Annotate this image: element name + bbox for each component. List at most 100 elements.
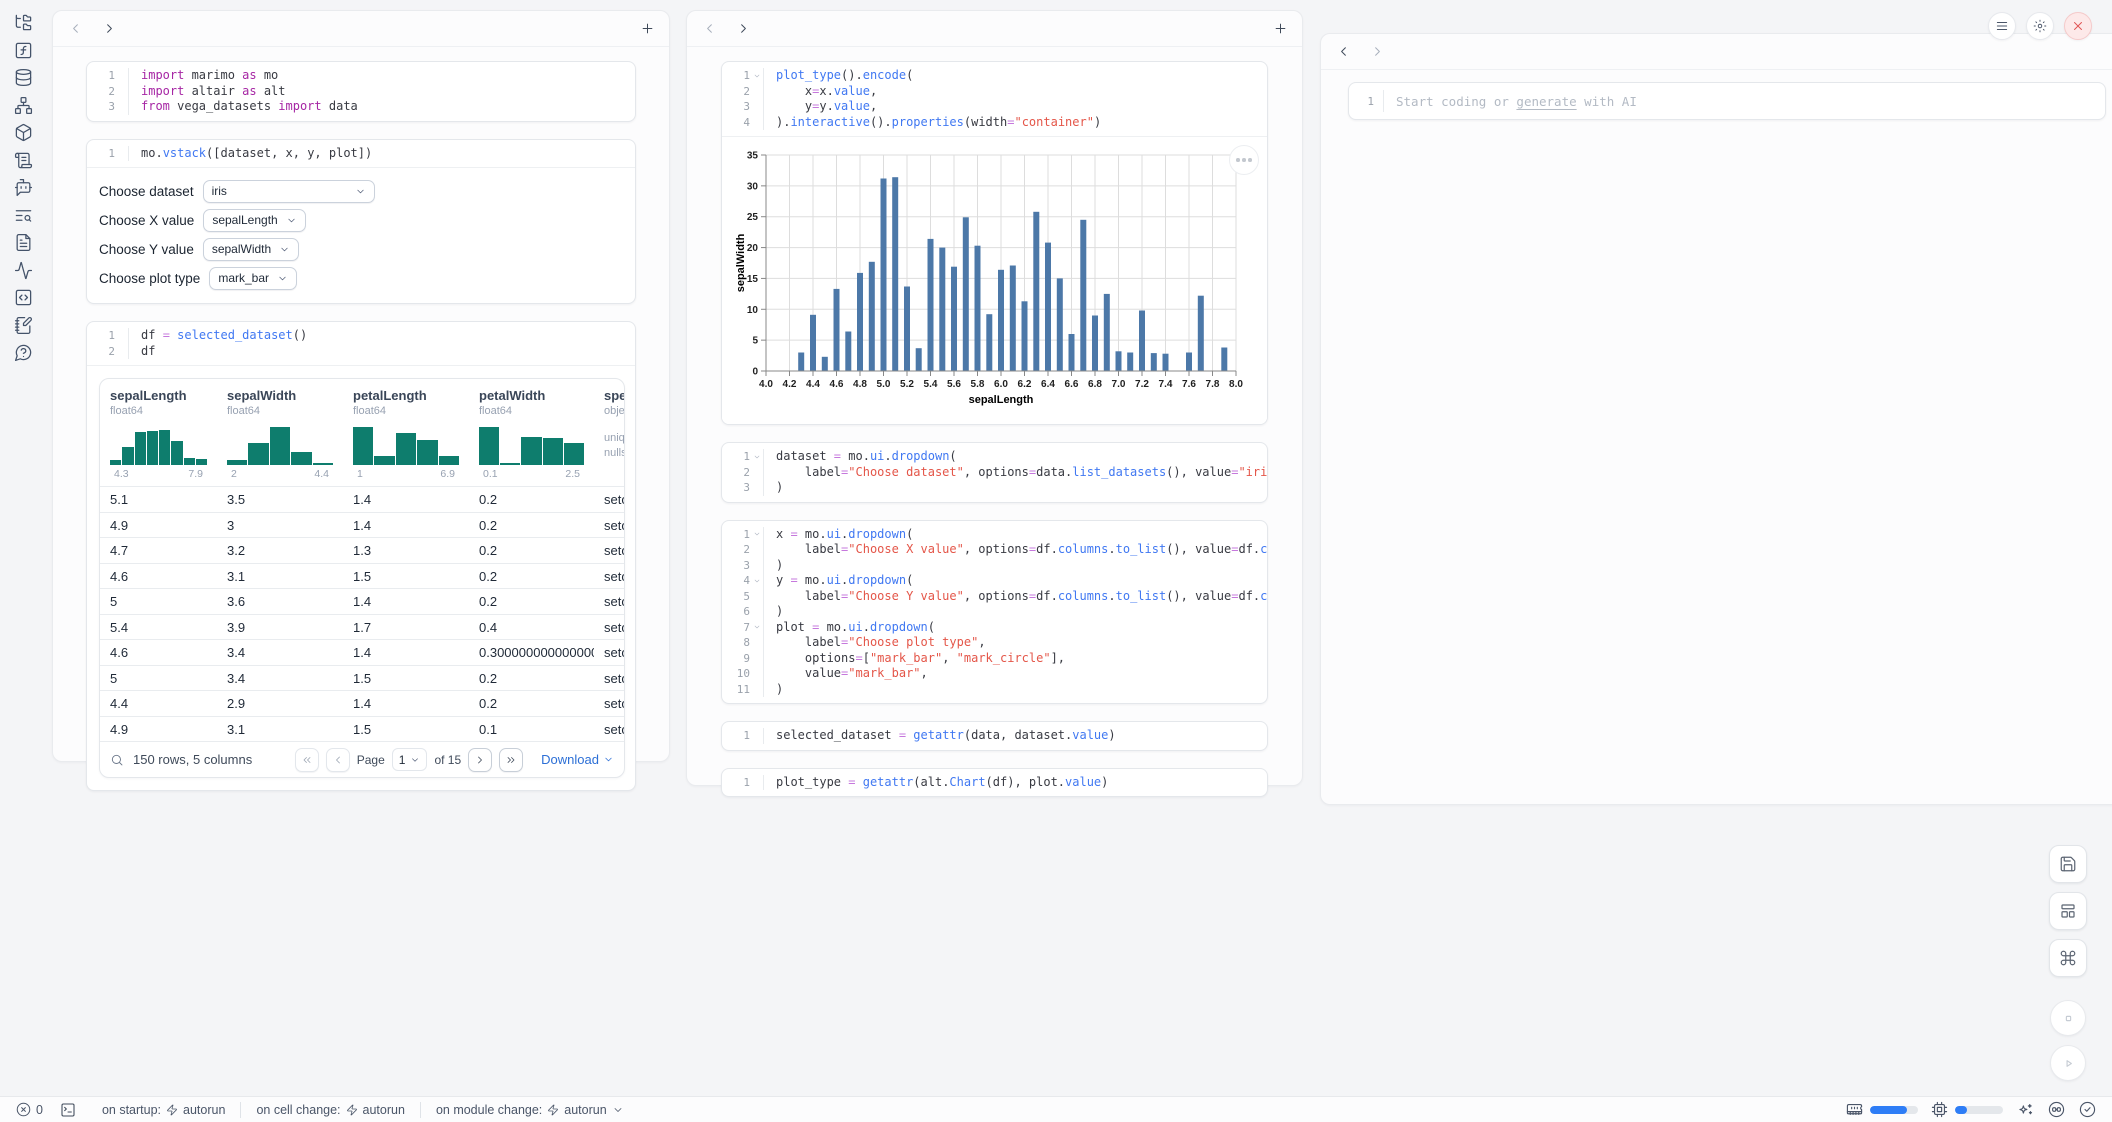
table-cell: 5 [100,666,217,691]
save-button[interactable] [2049,845,2087,883]
sidebar-item-packages[interactable] [10,123,36,142]
table-row[interactable]: 5.13.51.40.2setosa [100,486,625,512]
runtime-config-item[interactable]: on startup:autorun [87,1102,240,1118]
dropdown-choose-plot-type[interactable]: mark_bar [209,267,297,290]
runtime-config-item[interactable]: on cell change:autorun [240,1102,420,1118]
dropdown-choose-y-value[interactable]: sepalWidth [203,238,299,261]
code-editor[interactable]: 1dataset = mo.ui.dropdown(2 label="Choos… [722,443,1267,502]
copilot-button[interactable] [2047,1101,2065,1119]
error-count-badge[interactable]: 0 [16,1102,43,1117]
sidebar-item-dependencies[interactable] [10,96,36,115]
code-editor[interactable]: 1x = mo.ui.dropdown(2 label="Choose X va… [722,521,1267,704]
code-cell-xy-plot[interactable]: 1x = mo.ui.dropdown(2 label="Choose X va… [721,520,1268,705]
column-right-prev-button[interactable] [1334,43,1352,61]
code-editor[interactable]: 1mo.vstack([dataset, x, y, plot]) [87,140,635,168]
terminal-button[interactable] [59,1101,77,1119]
code-cell-vstack[interactable]: 1mo.vstack([dataset, x, y, plot]) Choose… [86,139,636,305]
svg-text:7.6: 7.6 [1182,379,1196,390]
table-column-header[interactable]: speciesobjectunique:nulls: [594,379,625,486]
sidebar-item-ai-chat[interactable] [10,178,36,197]
dropdown-choose-x-value[interactable]: sepalLength [203,209,305,232]
table-row[interactable]: 4.73.21.30.2setosa [100,537,625,563]
code-editor[interactable]: 1df = selected_dataset()2df [87,322,635,365]
run-button[interactable] [2050,1045,2086,1081]
code-cell-plot[interactable]: 1plot_type().encode(2 x=x.value,3 y=y.va… [721,61,1268,425]
table-row[interactable]: 53.41.50.2setosa [100,665,625,691]
line-number: 2 [722,466,750,479]
bar [810,315,816,371]
column-right-next-button[interactable] [1368,43,1386,61]
column-left-prev-button[interactable] [66,20,84,38]
code-cell-dataset[interactable]: 1dataset = mo.ui.dropdown(2 label="Choos… [721,442,1268,503]
settings-button[interactable] [2026,12,2054,40]
layout-button[interactable] [2049,892,2087,930]
close-button[interactable] [2064,12,2092,40]
runtime-config-item[interactable]: on module change:autorun [420,1102,639,1118]
table-row[interactable]: 4.93.11.50.1setosa [100,716,625,742]
ai-assist-button[interactable] [2016,1101,2034,1119]
chatbot-icon [14,178,33,197]
sidebar-item-file-tree[interactable] [10,13,36,32]
bar [1104,294,1110,371]
table-column-header[interactable]: sepalLengthfloat644.37.9 [100,379,217,486]
menu-button[interactable] [1988,12,2016,40]
connection-status-button[interactable] [2078,1101,2096,1119]
sidebar-item-outline[interactable] [10,233,36,252]
table-row[interactable]: 4.63.11.50.2setosa [100,563,625,589]
svg-text:4.6: 4.6 [830,379,844,390]
check-circle-icon [2079,1101,2096,1118]
table-row[interactable]: 5.43.91.70.4setosa [100,614,625,640]
table-column-header[interactable]: petalWidthfloat640.12.5 [469,379,594,486]
bar [1033,212,1039,371]
empty-code-cell[interactable]: 1 Start coding or generate with AI [1348,82,2106,120]
code-cell-selected-dataset[interactable]: 1selected_dataset = getattr(data, datase… [721,721,1268,751]
first-page-button[interactable] [295,748,319,772]
keyboard-shortcuts-button[interactable] [2049,939,2087,977]
dropdown-choose-dataset[interactable]: iris [203,180,375,203]
code-cell-plot-type[interactable]: 1plot_type = getattr(alt.Chart(df), plot… [721,768,1268,798]
svg-text:5.4: 5.4 [924,379,938,390]
code-editor[interactable]: 1selected_dataset = getattr(data, datase… [722,722,1267,750]
sidebar-item-datasources[interactable] [10,68,36,87]
code-placeholder[interactable]: Start coding or generate with AI [1383,90,1637,112]
column-middle-next-button[interactable] [734,20,752,38]
chart-actions-button[interactable] [1229,145,1259,175]
sidebar-item-documentation[interactable] [10,151,36,170]
generate-link[interactable]: generate [1516,94,1576,109]
sidebar-item-tracing[interactable] [10,261,36,280]
code-cell-imports[interactable]: 1import marimo as mo2import altair as al… [86,61,636,122]
page-total-label: of 15 [434,753,461,767]
next-page-button[interactable] [468,748,492,772]
code-text: x = mo.ui.dropdown( [763,527,913,543]
code-cell-df[interactable]: 1df = selected_dataset()2df sepalLengthf… [86,321,636,791]
sidebar-item-functions[interactable] [10,41,36,60]
last-page-button[interactable] [499,748,523,772]
stop-button[interactable] [2050,1000,2086,1036]
code-editor[interactable]: 1plot_type = getattr(alt.Chart(df), plot… [722,769,1267,797]
sidebar-item-snippets[interactable] [10,288,36,307]
sidebar-item-help[interactable] [10,343,36,362]
column-left-next-button[interactable] [100,20,118,38]
download-button[interactable]: Download [541,752,614,767]
table-row[interactable]: 53.61.40.2setosa [100,588,625,614]
page-select[interactable]: 1 [392,748,428,771]
table-row[interactable]: 4.931.40.2setosa [100,512,625,538]
bar-chart[interactable]: 051015202530354.04.24.44.64.85.05.25.45.… [734,147,1250,407]
column-left-add-button[interactable] [638,20,656,38]
code-text: y = mo.ui.dropdown( [763,573,913,589]
column-middle-prev-button[interactable] [700,20,718,38]
table-column-header[interactable]: sepalWidthfloat6424.4 [217,379,343,486]
code-editor[interactable]: 1import marimo as mo2import altair as al… [87,62,635,121]
svg-text:6.4: 6.4 [1041,379,1055,390]
sidebar-item-scratchpad[interactable] [10,316,36,335]
table-row[interactable]: 4.63.41.40.30000000000000004setosa [100,639,625,665]
code-editor[interactable]: 1plot_type().encode(2 x=x.value,3 y=y.va… [722,62,1267,136]
column-middle-add-button[interactable] [1271,20,1289,38]
terminal-icon [60,1102,76,1118]
prev-page-button[interactable] [326,748,350,772]
svg-text:7.2: 7.2 [1135,379,1149,390]
range-min: 0.1 [483,468,498,480]
table-column-header[interactable]: petalLengthfloat6416.9 [343,379,469,486]
sidebar-item-logs[interactable] [10,206,36,225]
table-row[interactable]: 4.42.91.40.2setosa [100,690,625,716]
